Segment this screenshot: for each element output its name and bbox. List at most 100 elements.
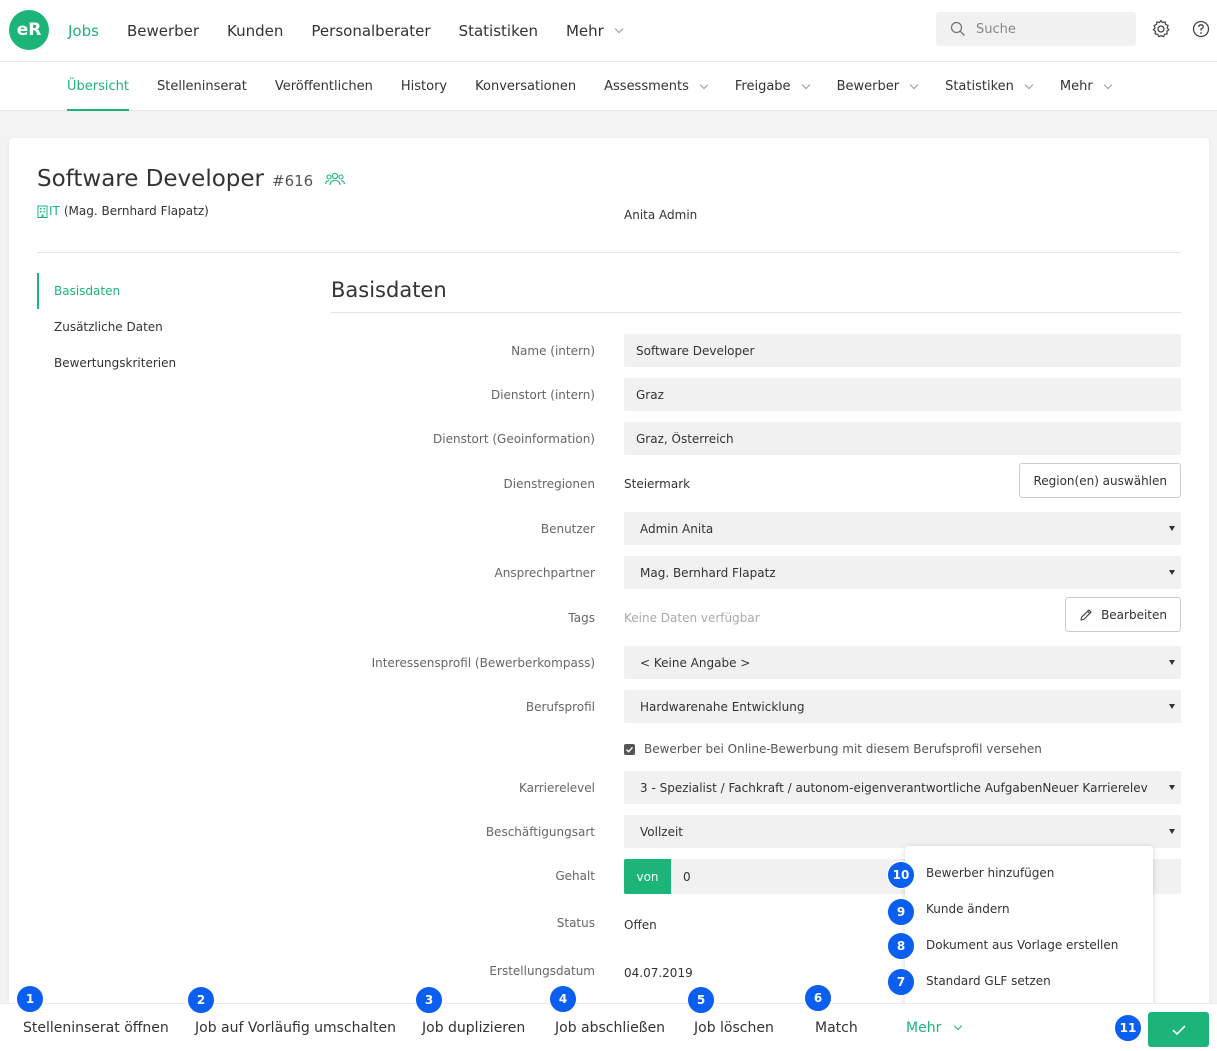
section-nav-zusaetzliche-daten[interactable]: Zusätzliche Daten bbox=[37, 309, 257, 345]
tab-bewerber[interactable]: Bewerber bbox=[837, 62, 919, 111]
tab-history[interactable]: History bbox=[401, 62, 447, 111]
checkmark-icon bbox=[1171, 1024, 1186, 1035]
tab-label: Konversationen bbox=[475, 79, 577, 94]
main-nav-kunden[interactable]: Kunden bbox=[227, 22, 283, 40]
tab-stelleninserat[interactable]: Stelleninserat bbox=[157, 62, 247, 111]
tags-empty-text: Keine Daten verfügbar bbox=[624, 610, 760, 625]
search-input[interactable] bbox=[976, 21, 1126, 37]
department-link[interactable]: IT bbox=[49, 204, 60, 218]
select-regions-button[interactable]: Region(en) auswählen bbox=[1019, 463, 1181, 498]
match-button[interactable]: Match bbox=[815, 1020, 858, 1036]
salary-from-prefix: von bbox=[624, 859, 671, 894]
top-navigation-bar: eR Jobs Bewerber Kunden Personalberater … bbox=[0, 0, 1217, 62]
tab-label: History bbox=[400, 79, 448, 94]
step-badge: 2 bbox=[187, 986, 215, 1014]
toggle-provisional-button[interactable]: Job auf Vorläufig umschalten bbox=[195, 1020, 396, 1036]
tab-mehr[interactable]: Mehr bbox=[1059, 62, 1112, 111]
field-label: Name (intern) bbox=[511, 343, 595, 358]
row-ansprechpartner: Ansprechpartner Mag. Bernhard Flapatz bbox=[331, 556, 1181, 589]
delete-job-button[interactable]: Job löschen bbox=[694, 1020, 774, 1036]
tab-label: Mehr bbox=[1059, 79, 1093, 94]
main-nav-jobs[interactable]: Jobs bbox=[68, 22, 99, 40]
tab-statistiken[interactable]: Statistiken bbox=[945, 62, 1034, 111]
select-value: Mag. Bernhard Flapatz bbox=[640, 565, 776, 580]
open-job-ad-button[interactable]: Stelleninserat öffnen bbox=[23, 1020, 169, 1036]
tab-label: Statistiken bbox=[945, 79, 1014, 94]
sub-navigation-bar: Übersicht Stelleninserat Veröffentlichen… bbox=[0, 62, 1217, 111]
caret-down-icon bbox=[1169, 660, 1175, 665]
settings-button[interactable] bbox=[1150, 18, 1172, 40]
search-icon bbox=[950, 21, 965, 36]
step-badge: 4 bbox=[549, 985, 577, 1013]
confirm-button[interactable] bbox=[1148, 1012, 1209, 1047]
more-actions-button[interactable]: Mehr bbox=[906, 1020, 963, 1036]
action-label: Job duplizieren bbox=[422, 1020, 526, 1036]
main-nav-statistiken[interactable]: Statistiken bbox=[459, 22, 538, 40]
karrierelevel-select[interactable]: 3 - Spezialist / Fachkraft / autonom-eig… bbox=[624, 771, 1181, 804]
field-label: Tags bbox=[568, 610, 595, 625]
close-job-button[interactable]: Job abschließen bbox=[555, 1020, 665, 1036]
benutzer-select[interactable]: Admin Anita bbox=[624, 512, 1181, 545]
tab-freigabe[interactable]: Freigabe bbox=[735, 62, 810, 111]
caret-down-icon bbox=[1169, 526, 1175, 531]
checkmark-icon bbox=[626, 746, 634, 753]
tab-konversationen[interactable]: Konversationen bbox=[475, 62, 576, 111]
row-tags: Tags Keine Daten verfügbar Bearbeiten bbox=[331, 597, 1181, 634]
tab-uebersicht[interactable]: Übersicht bbox=[67, 62, 129, 111]
checkbox[interactable] bbox=[624, 743, 635, 755]
tab-veroeffentlichen[interactable]: Veröffentlichen bbox=[275, 62, 373, 111]
action-label: Mehr bbox=[906, 1020, 942, 1036]
interessensprofil-select[interactable]: < Keine Angabe > bbox=[624, 646, 1181, 679]
section-nav-basisdaten[interactable]: Basisdaten bbox=[37, 273, 257, 309]
main-nav-personalberater[interactable]: Personalberater bbox=[311, 22, 430, 40]
step-badge: 10 bbox=[887, 861, 915, 889]
divider bbox=[331, 312, 1181, 313]
caret-down-icon bbox=[1169, 704, 1175, 709]
tab-label: Übersicht bbox=[67, 79, 129, 94]
chevron-down-icon bbox=[954, 1021, 963, 1031]
main-nav-label: Statistiken bbox=[458, 22, 538, 40]
step-badge: 7 bbox=[887, 968, 915, 996]
job-title-text: Software Developer bbox=[37, 166, 264, 192]
chevron-down-icon bbox=[909, 80, 919, 89]
dienstort-field[interactable] bbox=[624, 378, 1181, 411]
menu-item-bewerber-hinzufuegen[interactable]: Bewerber hinzufügen bbox=[926, 863, 1054, 883]
ansprechpartner-select[interactable]: Mag. Bernhard Flapatz bbox=[624, 556, 1181, 589]
geo-field[interactable] bbox=[624, 422, 1181, 455]
name-field[interactable] bbox=[624, 334, 1181, 367]
field-label: Beschäftigungsart bbox=[485, 824, 595, 839]
section-nav-label: Zusätzliche Daten bbox=[54, 320, 163, 334]
tab-label: Veröffentlichen bbox=[274, 79, 373, 94]
duplicate-job-button[interactable]: Job duplizieren bbox=[422, 1020, 525, 1036]
beschaeftigungsart-select[interactable]: Vollzeit bbox=[624, 815, 1181, 848]
menu-item-kunde-aendern[interactable]: Kunde ändern bbox=[926, 899, 1010, 919]
field-label: Dienstort (Geoinformation) bbox=[433, 431, 595, 446]
field-label: Benutzer bbox=[540, 521, 595, 536]
team-icon[interactable] bbox=[325, 172, 346, 186]
berufsprofil-select[interactable]: Hardwarenahe Entwicklung bbox=[624, 690, 1181, 723]
menu-item-standard-glf[interactable]: Standard GLF setzen bbox=[926, 971, 1051, 991]
tab-label: Stelleninserat bbox=[156, 79, 247, 94]
tab-assessments[interactable]: Assessments bbox=[604, 62, 709, 111]
building-icon bbox=[37, 205, 48, 218]
button-label: Bearbeiten bbox=[1101, 607, 1167, 622]
search-box[interactable] bbox=[936, 12, 1136, 46]
select-value: Vollzeit bbox=[640, 824, 684, 839]
row-benutzer: Benutzer Admin Anita bbox=[331, 512, 1181, 545]
section-nav: Basisdaten Zusätzliche Daten Bewertungsk… bbox=[37, 273, 257, 381]
main-nav-mehr[interactable]: Mehr bbox=[566, 22, 624, 40]
divider bbox=[37, 252, 1181, 253]
berufsprofil-checkbox-row[interactable]: Bewerber bei Online-Bewerbung mit diesem… bbox=[624, 742, 1042, 756]
step-badge: 9 bbox=[887, 898, 915, 926]
department-line: IT (Mag. Bernhard Flapatz) bbox=[37, 204, 209, 218]
menu-item-dokument-erstellen[interactable]: Dokument aus Vorlage erstellen bbox=[926, 935, 1118, 955]
main-nav-bewerber[interactable]: Bewerber bbox=[127, 22, 199, 40]
help-icon bbox=[1192, 20, 1210, 38]
app-logo[interactable]: eR bbox=[9, 10, 49, 50]
help-button[interactable] bbox=[1190, 18, 1212, 40]
section-nav-bewertungskriterien[interactable]: Bewertungskriterien bbox=[37, 345, 257, 381]
section-nav-label: Bewertungskriterien bbox=[54, 356, 177, 370]
edit-tags-button[interactable]: Bearbeiten bbox=[1065, 597, 1181, 632]
main-nav-label: Bewerber bbox=[126, 22, 200, 40]
tab-label: Assessments bbox=[604, 79, 689, 94]
